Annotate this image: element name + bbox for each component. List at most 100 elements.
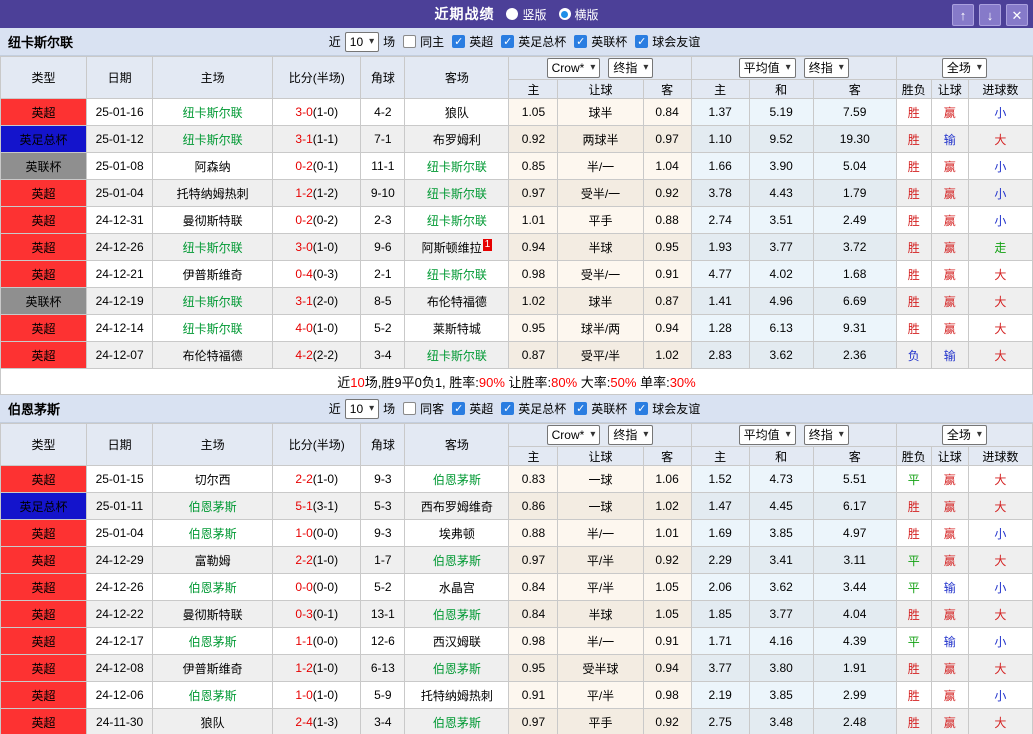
result-goals: 小 [994, 527, 1006, 541]
league-checkbox-0[interactable]: ✓ [452, 402, 465, 415]
result-handicap-cell: 赢 [931, 601, 968, 628]
odds-stage-select[interactable]: 终指▾ [608, 425, 653, 445]
layout-radio-horizontal[interactable]: 横版 [559, 6, 599, 23]
halftime-score: (1-3) [313, 715, 338, 729]
result-outcome-cell: 胜 [896, 207, 931, 234]
match-row: 英足总杯25-01-11伯恩茅斯5-1(3-1)5-3西布罗姆维奇0.86一球1… [1, 493, 1033, 520]
corner-score: 1-7 [361, 547, 405, 574]
result-handicap: 赢 [944, 322, 956, 336]
result-handicap: 赢 [944, 160, 956, 174]
fulltime-score: 3-1 [295, 294, 312, 308]
move-up-button[interactable]: ↑ [952, 4, 974, 26]
league-label-0: 英超 [469, 33, 493, 50]
fulltime-score: 0-0 [295, 580, 312, 594]
move-down-button[interactable]: ↓ [979, 4, 1001, 26]
recent-count-select[interactable]: 10▾ [345, 32, 379, 52]
same-venue-checkbox[interactable] [403, 402, 416, 415]
avg-stage-select[interactable]: 终指▾ [804, 425, 849, 445]
away-team-cell: 伯恩茅斯 [405, 547, 509, 574]
league-checkbox-2[interactable]: ✓ [574, 402, 587, 415]
league-checkbox-1[interactable]: ✓ [501, 402, 514, 415]
result-handicap-cell: 赢 [931, 207, 968, 234]
home-team: 托特纳姆热刺 [177, 187, 249, 201]
away-team: 纽卡斯尔联 [427, 268, 487, 282]
result-outcome-cell: 胜 [896, 682, 931, 709]
scope-select[interactable]: 全场▾ [942, 58, 987, 78]
league-checkbox-2[interactable]: ✓ [574, 35, 587, 48]
away-team-cell: 纽卡斯尔联 [405, 207, 509, 234]
handicap-away-odds: 0.98 [643, 682, 691, 709]
recent-count-select[interactable]: 10▾ [345, 399, 379, 419]
handicap-away-odds: 0.94 [643, 315, 691, 342]
competition-badge: 英超 [1, 99, 87, 126]
column-header: 比分(半场) [273, 57, 361, 99]
away-team-cell: 布伦特福德 [405, 288, 509, 315]
avg-away-odds: 4.39 [813, 628, 896, 655]
odds-dropdown-group: Crow*▾ 终指▾ [509, 424, 691, 447]
away-team-cell: 水晶宫 [405, 574, 509, 601]
avg-source-select[interactable]: 平均值▾ [739, 58, 796, 78]
sub-column-header: 胜负 [896, 447, 931, 466]
match-row: 英超24-12-31曼彻斯特联0-2(0-2)2-3纽卡斯尔联1.01平手0.8… [1, 207, 1033, 234]
score-cell: 0-2(0-1) [273, 153, 361, 180]
competition-badge: 英超 [1, 207, 87, 234]
league-checkbox-3[interactable]: ✓ [635, 402, 648, 415]
check-icon: ✓ [637, 402, 646, 415]
odds-source-select[interactable]: Crow*▾ [547, 58, 601, 78]
competition-badge: 英超 [1, 315, 87, 342]
avg-stage-select[interactable]: 终指▾ [804, 58, 849, 78]
avg-draw-odds: 3.48 [749, 709, 813, 734]
sub-column-header: 进球数 [968, 80, 1032, 99]
home-team-cell: 伯恩茅斯 [153, 682, 273, 709]
avg-draw-odds: 4.96 [749, 288, 813, 315]
away-team-cell: 莱斯特城 [405, 315, 509, 342]
result-handicap: 赢 [944, 187, 956, 201]
avg-away-odds: 9.31 [813, 315, 896, 342]
result-goals-cell: 大 [968, 601, 1032, 628]
close-button[interactable]: ✕ [1006, 4, 1028, 26]
result-goals-cell: 大 [968, 466, 1032, 493]
odds-stage-select[interactable]: 终指▾ [608, 58, 653, 78]
odds-source-select[interactable]: Crow*▾ [547, 425, 601, 445]
avg-home-odds: 1.93 [691, 234, 749, 261]
score-cell: 0-3(0-1) [273, 601, 361, 628]
avg-away-odds: 6.17 [813, 493, 896, 520]
note-badge[interactable]: 1 [483, 239, 493, 251]
column-header: 主场 [153, 424, 273, 466]
result-goals-cell: 小 [968, 207, 1032, 234]
home-team-cell: 伯恩茅斯 [153, 520, 273, 547]
avg-source-select[interactable]: 平均值▾ [739, 425, 796, 445]
avg-home-odds: 2.29 [691, 547, 749, 574]
window-title: 近期战绩 [434, 4, 494, 24]
chevron-down-icon: ▾ [839, 428, 844, 442]
same-venue-checkbox[interactable] [403, 35, 416, 48]
avg-draw-odds: 4.16 [749, 628, 813, 655]
avg-draw-odds: 4.43 [749, 180, 813, 207]
match-row: 英联杯24-12-19纽卡斯尔联3-1(2-0)8-5布伦特福德1.02球半0.… [1, 288, 1033, 315]
league-checkbox-1[interactable]: ✓ [501, 35, 514, 48]
match-row: 英超24-12-22曼彻斯特联0-3(0-1)13-1伯恩茅斯0.84半球1.0… [1, 601, 1033, 628]
home-team: 伯恩茅斯 [189, 581, 237, 595]
halftime-score: (0-1) [313, 607, 338, 621]
result-handicap: 赢 [944, 295, 956, 309]
away-team: 伯恩茅斯 [433, 554, 481, 568]
score-cell: 3-0(1-0) [273, 234, 361, 261]
chevron-down-icon: ▾ [977, 61, 982, 75]
score-cell: 3-1(1-1) [273, 126, 361, 153]
corner-score: 11-1 [361, 153, 405, 180]
result-handicap-cell: 赢 [931, 234, 968, 261]
layout-radio-vertical[interactable]: 竖版 [506, 6, 546, 23]
result-handicap-cell: 赢 [931, 493, 968, 520]
league-checkbox-0[interactable]: ✓ [452, 35, 465, 48]
scope-select[interactable]: 全场▾ [942, 425, 987, 445]
arrow-down-icon: ↓ [987, 9, 994, 22]
away-team-cell: 托特纳姆热刺 [405, 682, 509, 709]
home-team: 狼队 [201, 716, 225, 730]
home-team-cell: 伯恩茅斯 [153, 574, 273, 601]
recent-results-window: 近期战绩 竖版 横版 ↑ ↓ ✕ 纽卡斯尔联近10▾场同主✓英超✓英足总杯✓英联… [0, 0, 1033, 734]
result-outcome: 胜 [908, 689, 920, 703]
league-checkbox-3[interactable]: ✓ [635, 35, 648, 48]
away-team-cell: 纽卡斯尔联 [405, 261, 509, 288]
result-outcome-cell: 胜 [896, 153, 931, 180]
handicap-line: 平/半 [558, 682, 643, 709]
